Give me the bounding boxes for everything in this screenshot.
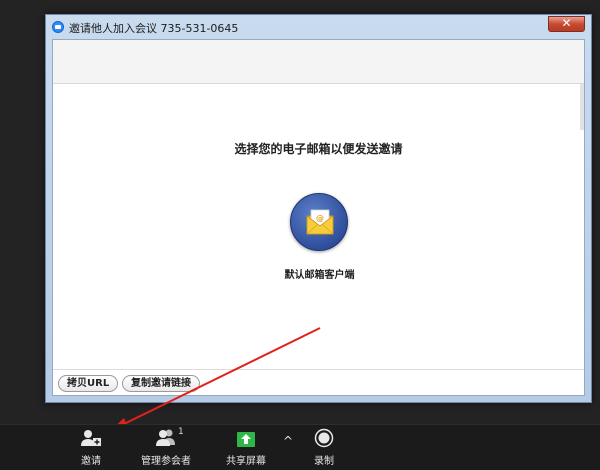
copy-url-button[interactable]: 拷贝URL <box>58 375 119 392</box>
invite-label: 邀请 <box>81 456 101 467</box>
svg-text:@: @ <box>316 214 324 223</box>
dialog-titlebar[interactable]: 邀请他人加入会议 735-531-0645 ✕ <box>46 15 591 39</box>
participants-label: 管理参会者 <box>141 456 191 467</box>
invite-button[interactable]: 邀请 <box>68 425 114 470</box>
envelope-icon: @ <box>306 209 334 235</box>
share-screen-label: 共享屏幕 <box>226 456 266 467</box>
share-screen-icon <box>237 432 255 447</box>
invite-dialog: 邀请他人加入会议 735-531-0645 ✕ 选择您的电子邮箱以便发送邀请 @… <box>45 14 592 403</box>
email-prompt: 选择您的电子邮箱以便发送邀请 <box>234 142 403 156</box>
dialog-content: 选择您的电子邮箱以便发送邀请 @ 默认邮箱客户端 拷贝URL 复制邀请链接 <box>52 39 585 396</box>
meeting-toolbar: 邀请 1 管理参会者 共享屏幕 录制 <box>0 424 600 470</box>
record-button[interactable]: 录制 <box>302 425 346 470</box>
close-icon: ✕ <box>561 16 572 30</box>
share-screen-button[interactable]: 共享屏幕 <box>222 425 270 470</box>
manage-participants-button[interactable]: 1 管理参会者 <box>134 425 198 470</box>
add-user-icon <box>81 430 101 446</box>
mail-client-label: 默认邮箱客户端 <box>284 270 355 281</box>
dialog-title: 邀请他人加入会议 735-531-0645 <box>69 22 239 35</box>
participants-icon <box>156 429 175 446</box>
record-icon <box>314 428 334 448</box>
dialog-footer: 拷贝URL 复制邀请链接 <box>53 369 584 395</box>
chevron-up-icon[interactable]: ^ <box>283 434 293 448</box>
default-mail-client-button[interactable]: @ <box>290 193 348 251</box>
scrollbar[interactable] <box>580 84 584 130</box>
zoom-logo-icon <box>52 21 64 33</box>
copy-invite-link-button[interactable]: 复制邀请链接 <box>122 375 200 392</box>
participant-count-badge: 1 <box>178 427 184 437</box>
close-button[interactable]: ✕ <box>548 16 585 32</box>
email-tabs-area <box>53 40 584 84</box>
record-label: 录制 <box>314 456 334 467</box>
